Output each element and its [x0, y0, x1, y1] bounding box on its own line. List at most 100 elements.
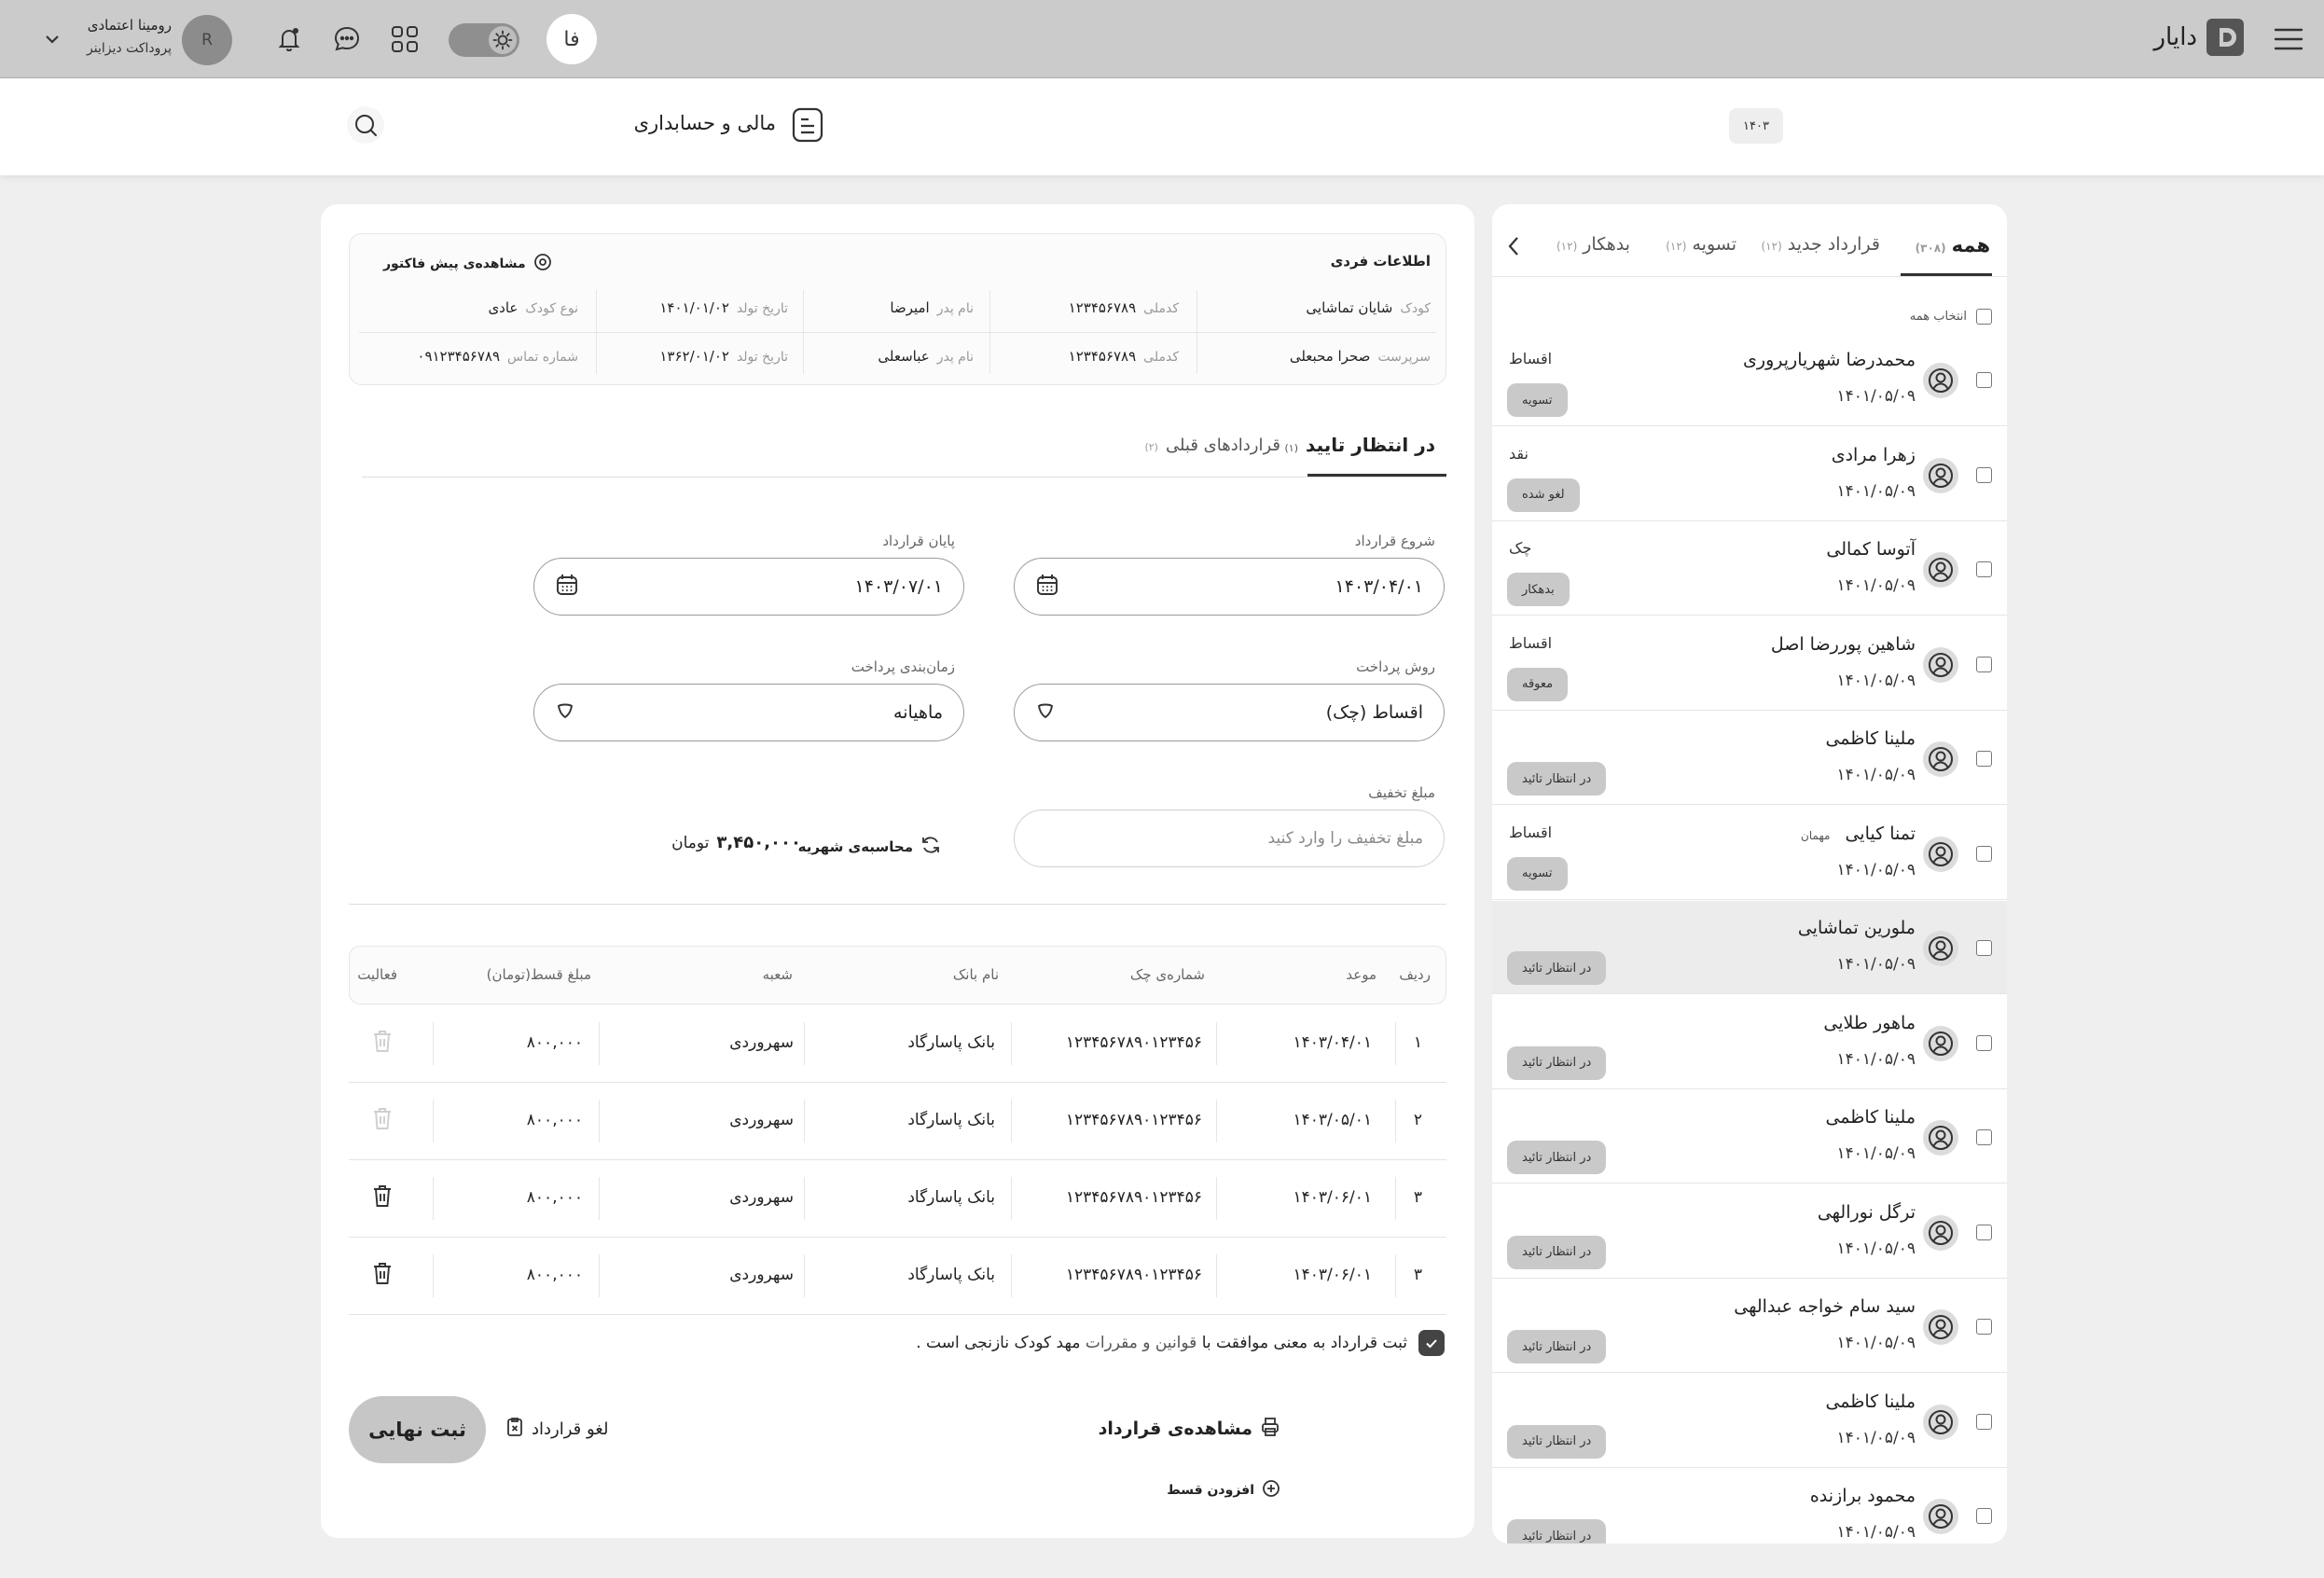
status-badge[interactable]: در انتظار تائید — [1507, 1330, 1607, 1363]
tab-new-contract[interactable]: قرارداد جدید (۱۲) — [1761, 234, 1880, 255]
chevron-down-icon[interactable] — [41, 28, 63, 50]
guardian-birth-date: تاریخ تولد ۱۳۶۲/۰۱/۰۲ — [659, 348, 788, 365]
language-button[interactable]: فا — [546, 14, 597, 64]
list-item[interactable]: ملینا کاظمی ۱۴۰۱/۰۵/۰۹ در انتظار تائید — [1492, 712, 2007, 805]
theme-toggle[interactable] — [449, 23, 519, 57]
cell-divider — [1395, 1254, 1396, 1297]
status-badge[interactable]: در انتظار تائید — [1507, 1519, 1607, 1543]
table-row: ۳ ۱۴۰۳/۰۶/۰۱ ۱۲۳۴۵۶۷۸۹۰۱۲۳۴۵۶ بانک پاسارگاد… — [349, 1160, 1446, 1238]
list-item-checkbox[interactable] — [1976, 1129, 1992, 1145]
view-invoice-link[interactable]: مشاهده‌ی پیش فاکتور — [383, 253, 552, 275]
chevron-left-icon[interactable] — [1501, 234, 1526, 258]
status-badge[interactable]: در انتظار تائید — [1507, 951, 1607, 985]
calendar-icon[interactable] — [1035, 573, 1059, 601]
list-item-checkbox[interactable] — [1976, 751, 1992, 767]
end-date-value: ۱۴۰۳/۰۷/۰۱ — [854, 576, 943, 597]
status-badge[interactable]: در انتظار تائید — [1507, 762, 1607, 796]
calendar-icon[interactable] — [555, 573, 579, 601]
sub-header: مالی و حسابداری ۱۴۰۳ — [0, 78, 2324, 175]
calculate-tuition-button[interactable]: محاسبه‌ی شهریه — [798, 835, 941, 859]
list-item-checkbox[interactable] — [1976, 656, 1992, 672]
list-item[interactable]: محمدرضا شهریارپروری ۱۴۰۱/۰۵/۰۹ اقساط تسویه — [1492, 333, 2007, 426]
status-badge[interactable]: در انتظار تائید — [1507, 1235, 1607, 1269]
tab-pending-approval[interactable]: در انتظار تایید (۱) — [1285, 434, 1436, 456]
user-info[interactable]: رومینا اعتمادی پروداکت دیزاینر — [82, 17, 172, 56]
list-item-checkbox[interactable] — [1976, 561, 1992, 577]
list-item-checkbox[interactable] — [1976, 940, 1992, 956]
notification-bell-icon[interactable] — [272, 22, 306, 56]
status-badge[interactable]: بدهکار — [1507, 573, 1570, 606]
filter-tabs: همه (۳۰۸) قرارداد جدید (۱۲) تسویه (۱۲) ب… — [1492, 204, 2007, 279]
list-item-checkbox[interactable] — [1976, 845, 1992, 862]
list-item-checkbox[interactable] — [1976, 1413, 1992, 1430]
status-badge[interactable]: لغو شده — [1507, 478, 1580, 512]
discount-input[interactable]: مبلغ تخفیف را وارد کنید — [1014, 810, 1445, 867]
child-type-value: عادی — [488, 299, 519, 316]
payment-method-select[interactable]: اقساط (چک) — [1014, 684, 1445, 741]
list-item[interactable]: ملورین تماشایی ۱۴۰۱/۰۵/۰۹ در انتظار تائید — [1492, 901, 2007, 994]
user-avatar[interactable]: R — [182, 15, 232, 65]
sun-icon — [489, 26, 517, 54]
list-item[interactable]: آتوسا کمالی ۱۴۰۱/۰۵/۰۹ چک بدهکار — [1492, 522, 2007, 616]
list-item[interactable]: ماهور طلایی ۱۴۰۱/۰۵/۰۹ در انتظار تائید — [1492, 996, 2007, 1089]
menu-icon[interactable] — [2270, 21, 2307, 58]
tab-previous-contracts[interactable]: قراردادهای قبلی (۲) — [1144, 436, 1280, 455]
tab-debtor-label: بدهکار — [1583, 234, 1630, 255]
list-item[interactable]: ملینا کاظمی ۱۴۰۱/۰۵/۰۹ در انتظار تائید — [1492, 1375, 2007, 1468]
eye-icon — [533, 253, 552, 275]
list-item[interactable]: زهرا مرادی ۱۴۰۱/۰۵/۰۹ نقد لغو شده — [1492, 428, 2007, 521]
guardian-phone-label: شماره تماس — [507, 350, 578, 365]
list-item[interactable]: محمود برازنده ۱۴۰۱/۰۵/۰۹ در انتظار تائید — [1492, 1469, 2007, 1543]
cell-due-date: ۱۴۰۳/۰۴/۰۱ — [1293, 1033, 1372, 1052]
child-father-name: نام پدر امیرضا — [890, 299, 974, 316]
add-installment-button[interactable]: افزودن قسط — [1167, 1479, 1280, 1502]
year-badge[interactable]: ۱۴۰۳ — [1729, 108, 1783, 144]
cancel-contract-button[interactable]: لغو قرارداد — [505, 1417, 608, 1441]
payment-schedule-select[interactable]: ماهیانه — [533, 684, 964, 741]
list-item-checkbox[interactable] — [1976, 466, 1992, 483]
list-item[interactable]: تمنا کیایی مهمان ۱۴۰۱/۰۵/۰۹ اقساط تسویه — [1492, 807, 2007, 900]
list-item[interactable]: ملینا کاظمی ۱۴۰۱/۰۵/۰۹ در انتظار تائید — [1492, 1090, 2007, 1184]
list-item-checkbox[interactable] — [1976, 1034, 1992, 1051]
contracts-list-panel: همه (۳۰۸) قرارداد جدید (۱۲) تسویه (۱۲) ب… — [1492, 204, 2007, 1543]
list-item[interactable]: ترگل نورالهی ۱۴۰۱/۰۵/۰۹ در انتظار تائید — [1492, 1185, 2007, 1279]
list-item-checkbox[interactable] — [1976, 372, 1992, 388]
child-name: ترگل نورالهی — [1817, 1201, 1916, 1223]
status-badge[interactable]: در انتظار تائید — [1507, 1045, 1607, 1080]
agreement-checkbox[interactable] — [1418, 1330, 1445, 1356]
select-all-checkbox[interactable] — [1976, 309, 1992, 325]
start-date-field[interactable]: ۱۴۰۳/۰۴/۰۱ — [1014, 558, 1445, 616]
child-id-label: کدملی — [1143, 301, 1179, 316]
final-submit-button[interactable]: ثبت نهایی — [349, 1396, 486, 1463]
select-all[interactable]: انتخاب همه — [1910, 309, 1992, 325]
trash-icon[interactable] — [371, 1183, 394, 1212]
app-logo[interactable]: دایار — [2153, 19, 2244, 56]
search-icon[interactable] — [347, 106, 384, 144]
terms-link[interactable]: قوانین و مقررات — [1086, 1334, 1197, 1352]
end-date-field[interactable]: ۱۴۰۳/۰۷/۰۱ — [533, 558, 964, 616]
status-badge[interactable]: معوقه — [1507, 667, 1569, 701]
status-badge[interactable]: تسویه — [1507, 856, 1568, 891]
child-name: ماهور طلایی — [1823, 1012, 1916, 1033]
status-badge[interactable]: در انتظار تائید — [1507, 1424, 1607, 1459]
apps-grid-icon[interactable] — [388, 22, 422, 56]
list-item[interactable]: شاهین پوررضا اصل ۱۴۰۱/۰۵/۰۹ اقساط معوقه — [1492, 617, 2007, 711]
tab-all[interactable]: همه (۳۰۸) — [1916, 234, 1990, 256]
final-submit-label: ثبت نهایی — [368, 1419, 466, 1441]
child-birth-label: تاریخ تولد — [736, 301, 788, 316]
status-badge[interactable]: تسویه — [1507, 383, 1568, 417]
list-item[interactable]: سید سام خواجه عبدالهی ۱۴۰۱/۰۵/۰۹ در انتظار… — [1492, 1280, 2007, 1373]
tab-debtor[interactable]: بدهکار (۱۲) — [1556, 234, 1630, 255]
list-item-checkbox[interactable] — [1976, 1508, 1992, 1524]
view-contract-button[interactable]: مشاهده‌ی قرارداد — [1099, 1417, 1280, 1441]
trash-icon[interactable] — [371, 1260, 394, 1290]
chat-icon[interactable] — [330, 22, 364, 56]
tab-settled[interactable]: تسویه (۱۲) — [1666, 234, 1736, 255]
list-item-checkbox[interactable] — [1976, 1319, 1992, 1335]
payment-type: اقساط — [1509, 633, 1553, 652]
list-item-date: ۱۴۰۱/۰۵/۰۹ — [1836, 1239, 1916, 1258]
status-badge[interactable]: در انتظار تائید — [1507, 1141, 1607, 1174]
list-item-checkbox[interactable] — [1976, 1224, 1992, 1240]
cancel-contract-label: لغو قرارداد — [532, 1419, 609, 1439]
list-item-date: ۱۴۰۱/۰۵/۰۹ — [1836, 481, 1916, 501]
